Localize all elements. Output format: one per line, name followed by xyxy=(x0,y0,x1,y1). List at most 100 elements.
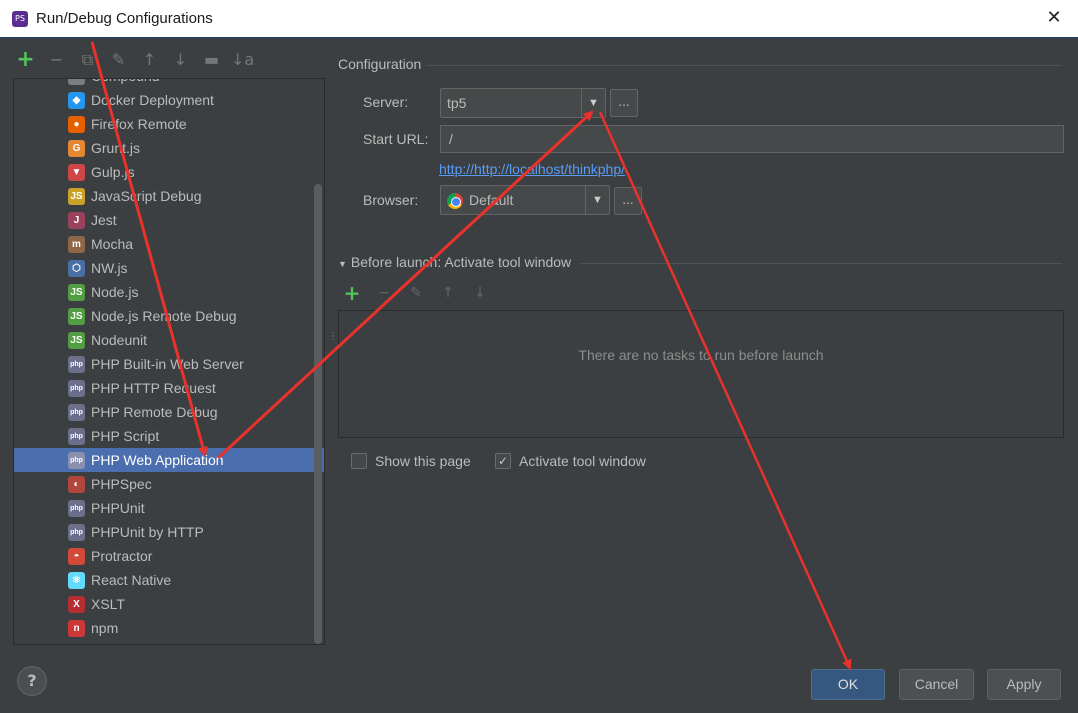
tree-item[interactable]: JS Node.js xyxy=(14,280,324,304)
activate-tool-window-checkbox[interactable]: ✓ xyxy=(495,453,511,469)
tree-item[interactable]: ◓ Protractor xyxy=(14,544,324,568)
tree-item-label: Gulp.js xyxy=(91,164,135,180)
tree-item[interactable]: G Grunt.js xyxy=(14,136,324,160)
chevron-down-icon[interactable]: ▼ xyxy=(581,89,605,117)
tree-item[interactable]: ▼ Gulp.js xyxy=(14,160,324,184)
before-launch-divider xyxy=(580,263,1062,264)
chrome-icon xyxy=(447,193,463,210)
start-url-input[interactable]: / xyxy=(440,125,1064,153)
tree-item[interactable]: n npm xyxy=(14,616,324,640)
tree-item[interactable]: JS JavaScript Debug xyxy=(14,184,324,208)
compound-icon xyxy=(68,79,85,85)
phpspec-icon: ◐ xyxy=(68,475,85,493)
splitter-handle[interactable]: ⋮ xyxy=(328,332,338,349)
nodejs-remote-icon: JS xyxy=(68,307,85,325)
tree-item[interactable]: m Mocha xyxy=(14,232,324,256)
tree-item-label: Node.js Remote Debug xyxy=(91,308,237,324)
before-launch-toolbar: + − ✎ ↑ ↓ xyxy=(342,282,490,304)
phpunit-icon: php xyxy=(68,499,85,517)
before-launch-title: Before launch: Activate tool window xyxy=(350,254,572,270)
triangle-down-icon: ▼ xyxy=(338,259,347,269)
tree-item[interactable]: php PHPUnit xyxy=(14,496,324,520)
chevron-down-icon[interactable]: ▼ xyxy=(585,186,609,214)
server-combo[interactable]: tp5 ▼ xyxy=(440,88,606,118)
add-configuration-button[interactable]: + xyxy=(14,48,37,72)
browser-label: Browser: xyxy=(363,192,419,208)
activate-tool-window-option[interactable]: ✓ Activate tool window xyxy=(495,453,646,469)
configuration-tree[interactable]: n npm X XSLT ⚛ React Native ◓ Protractor php PHPU… xyxy=(13,78,325,645)
tree-item[interactable]: ⬡ NW.js xyxy=(14,256,324,280)
tree-item[interactable]: JS Node.js Remote Debug xyxy=(14,304,324,328)
tree-item[interactable]: X XSLT xyxy=(14,592,324,616)
section-divider xyxy=(426,65,1062,66)
tree-item-label: JavaScript Debug xyxy=(91,188,202,204)
tree-item-label: Node.js xyxy=(91,284,139,300)
browser-combo[interactable]: Default ▼ xyxy=(440,185,610,215)
tree-item[interactable]: php PHP Script xyxy=(14,424,324,448)
help-button[interactable]: ? xyxy=(17,666,47,696)
tree-item[interactable]: php PHP Remote Debug xyxy=(14,400,324,424)
php-web-app-icon: php xyxy=(68,451,85,469)
react-native-icon: ⚛ xyxy=(68,571,85,589)
show-page-label: Show this page xyxy=(375,453,471,469)
tree-scrollbar[interactable] xyxy=(314,184,322,644)
move-down-button[interactable]: ↓ xyxy=(169,48,192,72)
move-up-button[interactable]: ↑ xyxy=(138,48,161,72)
cancel-button[interactable]: Cancel xyxy=(899,669,974,700)
nodejs-icon: JS xyxy=(68,283,85,301)
tree-item-label: Compound xyxy=(91,79,160,84)
remove-task-button[interactable]: − xyxy=(374,282,394,304)
full-url-link[interactable]: http://http://localhost/thinkphp/ xyxy=(439,161,625,177)
show-page-checkbox[interactable] xyxy=(351,453,367,469)
before-launch-task-list[interactable]: There are no tasks to run before launch xyxy=(338,310,1064,438)
mocha-icon: m xyxy=(68,235,85,253)
close-button[interactable]: ✕ xyxy=(1044,8,1064,28)
move-task-up-button[interactable]: ↑ xyxy=(438,282,458,304)
tree-item[interactable]: J Jest xyxy=(14,208,324,232)
tree-item[interactable]: php PHP HTTP Request xyxy=(14,376,324,400)
browser-more-button[interactable]: ... xyxy=(614,187,642,215)
before-launch-toggle[interactable]: ▼ Before launch: Activate tool window xyxy=(338,254,571,270)
window-title: Run/Debug Configurations xyxy=(36,10,213,27)
remove-configuration-button[interactable]: − xyxy=(45,48,68,72)
server-value: tp5 xyxy=(447,95,467,111)
php-http-request-icon: php xyxy=(68,379,85,397)
npm-icon: n xyxy=(68,619,85,637)
tree-item-label: PHPUnit by HTTP xyxy=(91,524,204,540)
browser-value: Default xyxy=(469,192,514,208)
tree-item-label: PHP Remote Debug xyxy=(91,404,218,420)
edit-defaults-button[interactable]: ✎ xyxy=(107,48,130,72)
configurations-toolbar: + − ⧉ ✎ ↑ ↓ ▬ ↓a xyxy=(14,48,254,74)
tree-item-label: Jest xyxy=(91,212,117,228)
show-page-option[interactable]: Show this page xyxy=(351,453,471,469)
protractor-icon: ◓ xyxy=(68,547,85,565)
tree-item[interactable]: php PHPUnit by HTTP xyxy=(14,520,324,544)
tree-item[interactable]: Compound xyxy=(14,79,324,88)
server-more-button[interactable]: ... xyxy=(610,89,638,117)
tree-item-label: PHPSpec xyxy=(91,476,152,492)
apply-button[interactable]: Apply xyxy=(987,669,1061,700)
tree-item[interactable]: php PHP Web Application xyxy=(14,448,324,472)
move-task-down-button[interactable]: ↓ xyxy=(470,282,490,304)
tree-item-label: PHPUnit xyxy=(91,500,145,516)
tree-item[interactable]: ● Firefox Remote xyxy=(14,112,324,136)
tree-item[interactable]: ⚛ React Native xyxy=(14,568,324,592)
tree-item[interactable]: ◆ Docker Deployment xyxy=(14,88,324,112)
xslt-icon: X xyxy=(68,595,85,613)
gulp-icon: ▼ xyxy=(68,163,85,181)
firefox-icon: ● xyxy=(68,115,85,133)
add-task-button[interactable]: + xyxy=(342,282,362,304)
tree-item-label: npm xyxy=(91,620,119,636)
edit-task-button[interactable]: ✎ xyxy=(406,282,426,304)
tree-item[interactable]: JS Nodeunit xyxy=(14,328,324,352)
empty-tasks-text: There are no tasks to run before launch xyxy=(578,347,824,363)
folder-button[interactable]: ▬ xyxy=(200,48,223,72)
docker-icon: ◆ xyxy=(68,91,85,109)
copy-configuration-button[interactable]: ⧉ xyxy=(76,48,99,72)
sort-button[interactable]: ↓a xyxy=(231,48,254,72)
tree-item[interactable]: ◐ PHPSpec xyxy=(14,472,324,496)
ok-button[interactable]: OK xyxy=(811,669,885,700)
phpstorm-icon: PS xyxy=(12,11,28,27)
tree-item-label: React Native xyxy=(91,572,172,588)
tree-item[interactable]: php PHP Built-in Web Server xyxy=(14,352,324,376)
